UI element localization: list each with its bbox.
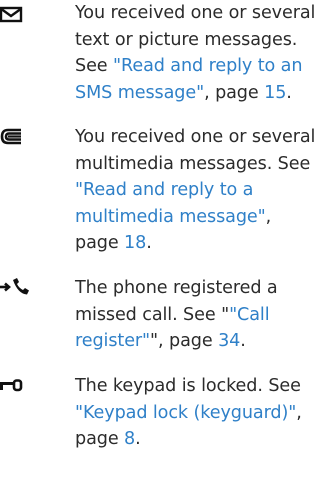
entry-text: The keypad is locked. See "Keypad lock (k… — [75, 373, 327, 453]
cross-reference-link[interactable]: multimedia message" — [75, 207, 266, 227]
keypad-lock-icon — [0, 373, 48, 399]
entry-text: The phone registered a missed call. See "… — [75, 275, 327, 355]
cross-reference-link[interactable]: "Keypad lock (keyguard)" — [75, 403, 296, 423]
text-segment: . — [146, 233, 152, 253]
cross-reference-link[interactable]: 8 — [124, 429, 135, 449]
text-line: multimedia messages. See — [75, 151, 327, 178]
text-segment: . — [135, 429, 141, 449]
text-segment: ", page — [150, 331, 219, 351]
text-line: page 8. — [75, 426, 327, 453]
text-line: missed call. See ""Call — [75, 302, 327, 329]
text-line: page 18. — [75, 230, 327, 257]
envelope-icon — [0, 0, 48, 26]
text-segment: , — [296, 402, 302, 423]
text-line: multimedia message", — [75, 204, 327, 231]
text-line: "Read and reply to a — [75, 177, 327, 204]
text-segment: , — [265, 206, 272, 227]
cross-reference-link[interactable]: 34 — [218, 331, 240, 351]
multimedia-message-icon — [0, 124, 48, 150]
text-line: "Keypad lock (keyguard)", — [75, 400, 327, 427]
text-line: You received one or several — [75, 124, 327, 151]
text-segment: . — [240, 331, 246, 351]
text-segment: You received one or several — [75, 127, 316, 147]
text-segment: page — [75, 233, 125, 253]
text-line: text or picture messages. — [75, 27, 327, 54]
text-segment: The keypad is locked. See — [75, 376, 301, 396]
entry-text: You received one or several multimedia me… — [75, 124, 327, 257]
text-segment: multimedia messages. See — [75, 153, 311, 174]
text-segment: The phone registered a — [75, 278, 278, 298]
entry-text: You received one or several text or pictu… — [75, 0, 327, 106]
cross-reference-link[interactable]: register" — [75, 331, 150, 351]
text-segment: page — [75, 429, 125, 449]
cross-reference-link[interactable]: 18 — [124, 233, 146, 253]
missed-call-icon — [0, 275, 48, 301]
cross-reference-link[interactable]: 15 — [264, 83, 286, 103]
text-line: SMS message", page 15. — [75, 80, 327, 107]
text-segment: . — [286, 82, 292, 103]
text-line: You received one or several — [75, 0, 327, 27]
text-line: See "Read and reply to an — [75, 53, 327, 80]
text-segment: You received one or several — [75, 3, 316, 23]
cross-reference-link[interactable]: SMS message" — [75, 83, 204, 103]
cross-reference-link[interactable]: "Read and reply to a — [75, 180, 253, 200]
text-segment: See — [75, 56, 114, 76]
cross-reference-link[interactable]: "Read and reply to an — [113, 56, 303, 76]
text-segment: text or picture messages. — [75, 29, 298, 50]
text-segment: , page — [204, 82, 265, 103]
text-line: The keypad is locked. See — [75, 373, 327, 400]
cross-reference-link[interactable]: "Call — [229, 305, 270, 325]
text-line: The phone registered a — [75, 275, 327, 302]
text-line: register"", page 34. — [75, 328, 327, 355]
text-segment: missed call. See " — [75, 304, 230, 325]
